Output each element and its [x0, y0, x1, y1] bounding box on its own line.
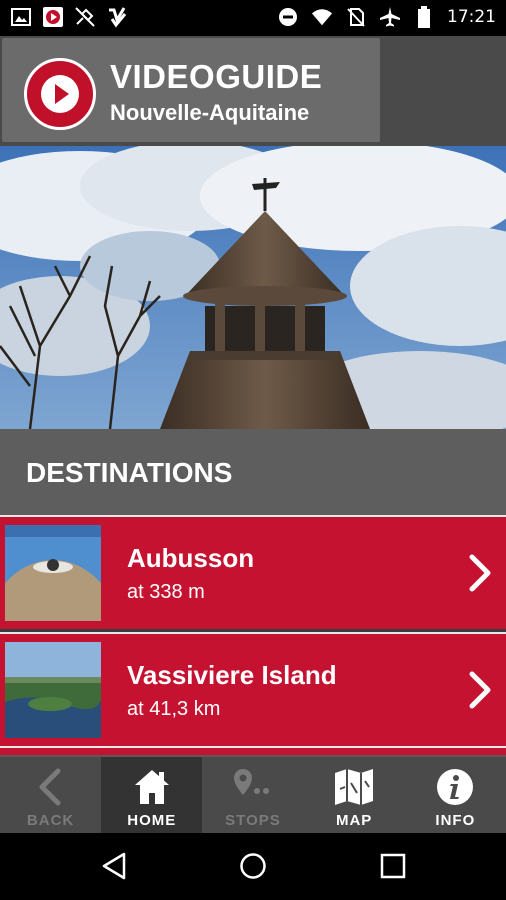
map-icon [304, 767, 405, 807]
system-nav-bar [0, 833, 506, 900]
nav-map[interactable]: MAP [304, 757, 405, 835]
system-recents-icon[interactable] [378, 851, 408, 886]
nav-stops[interactable]: STOPS [202, 757, 303, 835]
no-sim-icon [345, 6, 367, 28]
bottom-nav: BACK HOME STOPS MAP INFO [0, 755, 506, 835]
chevron-right-icon [468, 670, 494, 715]
destination-name: Vassiviere Island [127, 660, 337, 690]
nav-info[interactable]: INFO [405, 757, 506, 835]
stops-icon [202, 767, 303, 807]
region-name: Nouvelle-Aquitaine [110, 100, 310, 125]
app-title: VIDEOGUIDE [110, 58, 323, 95]
airplane-icon [379, 6, 401, 28]
destination-thumbnail [5, 642, 101, 738]
chevron-right-icon [468, 553, 494, 598]
play-logo-icon [24, 58, 96, 130]
hero-image [0, 146, 506, 429]
destination-item-aubusson[interactable]: Aubusson at 338 m [0, 515, 506, 629]
system-home-icon[interactable] [238, 851, 268, 886]
destination-distance: at 338 m [127, 581, 205, 603]
app-logo[interactable]: VIDEOGUIDE Nouvelle-Aquitaine [2, 38, 380, 142]
back-arrow-icon [0, 767, 101, 807]
system-back-icon[interactable] [100, 851, 130, 886]
no-satellite-icon [74, 6, 96, 28]
battery-icon [413, 6, 435, 28]
nav-label: HOME [127, 812, 177, 829]
nav-label: STOPS [225, 812, 281, 829]
status-time: 17:21 [447, 7, 496, 27]
image-icon [10, 6, 32, 28]
home-icon [101, 767, 202, 807]
destinations-header: DESTINATIONS [0, 429, 506, 515]
info-icon [405, 767, 506, 807]
destination-thumbnail [5, 525, 101, 621]
section-title: DESTINATIONS [26, 457, 233, 488]
nav-label: INFO [435, 812, 476, 829]
destination-distance: at 41,3 km [127, 698, 221, 720]
nav-label: BACK [26, 812, 75, 829]
nav-home[interactable]: HOME [101, 757, 203, 835]
do-not-disturb-icon [277, 6, 299, 28]
status-bar: 17:21 [0, 0, 506, 36]
nav-back[interactable]: BACK [0, 757, 101, 835]
checkmark-app-icon [106, 6, 128, 28]
destination-item-vassiviere-island[interactable]: Vassiviere Island at 41,3 km [0, 632, 506, 746]
app-header: VIDEOGUIDE Nouvelle-Aquitaine [0, 36, 506, 146]
destination-name: Aubusson [127, 543, 255, 573]
wifi-icon [311, 6, 333, 28]
nav-label: MAP [335, 812, 373, 829]
videoguide-app-icon [42, 6, 64, 28]
